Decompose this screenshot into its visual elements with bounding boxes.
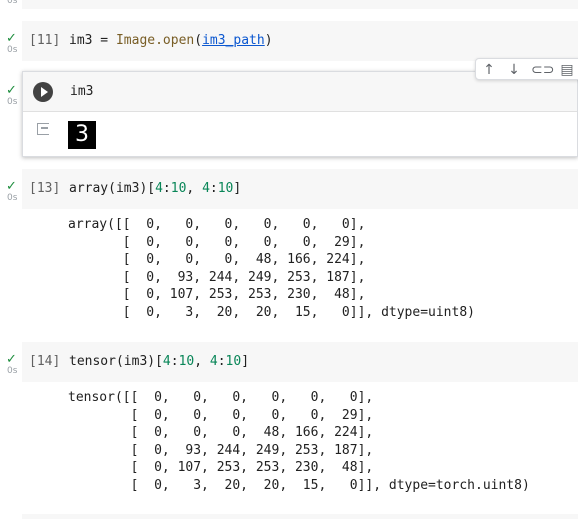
check-icon: ✓ xyxy=(6,179,17,194)
cell-output-text: array([[ 0, 0, 0, 0, 0, 0], [ 0, 0, 0, 0… xyxy=(68,217,475,320)
exec-time: 0s xyxy=(7,45,18,55)
execution-count: [11] xyxy=(29,33,61,48)
link-icon[interactable]: ⊂⊃ xyxy=(531,61,554,79)
code-line[interactable]: im3 = Image.open(im3_path) xyxy=(69,33,273,48)
cell-toolbar: ↑ ↓ ⊂⊃ ▤ xyxy=(475,58,578,80)
variable-link[interactable]: im3_path xyxy=(202,33,265,48)
code-line[interactable]: im3 xyxy=(70,84,93,99)
arrow-up-icon[interactable]: ↑ xyxy=(480,61,498,79)
previous-cell-time: 0s xyxy=(7,0,18,6)
exec-time: 0s xyxy=(7,366,18,376)
next-cell-top xyxy=(22,514,578,519)
output-actions-icon[interactable] xyxy=(37,123,49,135)
check-icon: ✓ xyxy=(6,352,17,367)
execution-count: [14] xyxy=(29,354,61,369)
cell-output-text: tensor([[ 0, 0, 0, 0, 0, 0], [ 0, 0, 0, … xyxy=(68,390,530,493)
check-icon: ✓ xyxy=(6,31,17,46)
previous-cell-bottom xyxy=(22,0,578,9)
execution-count: [13] xyxy=(29,181,61,196)
check-icon: ✓ xyxy=(6,83,17,98)
focused-code-cell[interactable]: im3 3 xyxy=(22,71,578,157)
run-cell-button[interactable] xyxy=(33,82,53,102)
exec-time: 0s xyxy=(7,193,18,203)
code-line[interactable]: tensor(im3)[4:10, 4:10] xyxy=(69,354,249,369)
comment-icon[interactable]: ▤ xyxy=(558,61,576,79)
arrow-down-icon[interactable]: ↓ xyxy=(505,61,523,79)
code-line[interactable]: array(im3)[4:10, 4:10] xyxy=(69,181,241,196)
exec-time: 0s xyxy=(7,97,18,107)
digit-image-output: 3 xyxy=(68,121,96,149)
